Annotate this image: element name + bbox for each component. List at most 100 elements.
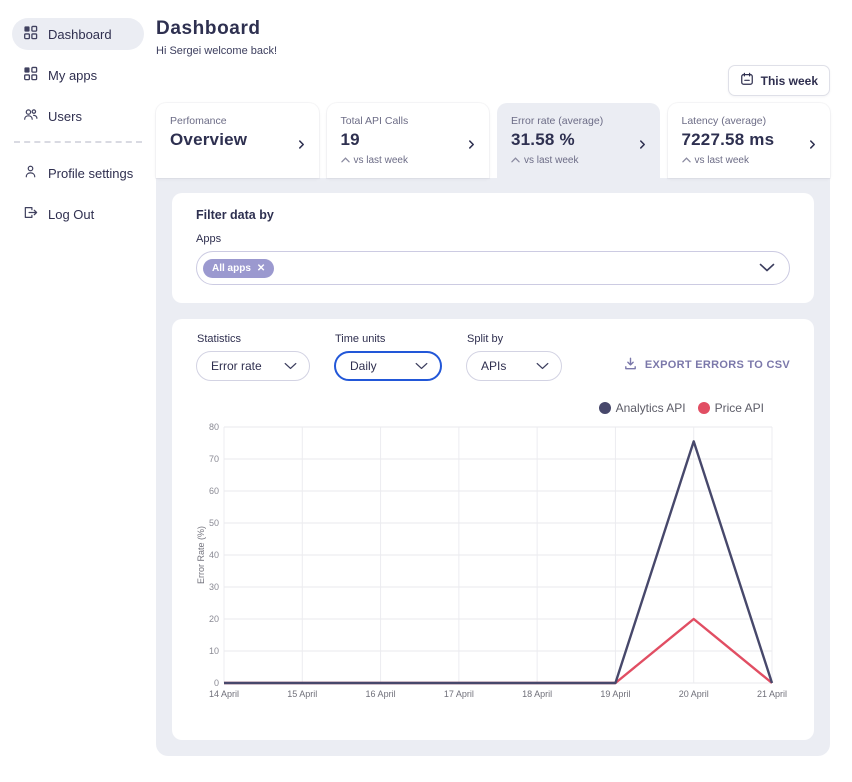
chevron-right-icon bbox=[807, 137, 818, 155]
filter-panel: Filter data by Apps All apps ✕ bbox=[172, 193, 814, 303]
chevron-right-icon bbox=[466, 137, 477, 155]
svg-text:17 April: 17 April bbox=[444, 689, 474, 699]
stat-card-footnote: vs last week bbox=[524, 155, 578, 166]
split-by-value: APIs bbox=[481, 359, 506, 373]
svg-text:50: 50 bbox=[209, 518, 219, 528]
svg-text:15 April: 15 April bbox=[287, 689, 317, 699]
legend-item[interactable]: Analytics API bbox=[599, 401, 686, 415]
filter-heading: Filter data by bbox=[196, 208, 790, 222]
svg-text:18 April: 18 April bbox=[522, 689, 552, 699]
svg-text:80: 80 bbox=[209, 422, 219, 432]
svg-text:40: 40 bbox=[209, 550, 219, 560]
stat-card-latency[interactable]: Latency (average) 7227.58 ms vs last wee… bbox=[668, 103, 831, 178]
caret-up-icon bbox=[682, 155, 691, 166]
time-units-select[interactable]: Daily bbox=[334, 351, 442, 381]
statistics-value: Error rate bbox=[211, 359, 262, 373]
svg-text:30: 30 bbox=[209, 582, 219, 592]
chevron-down-icon bbox=[415, 359, 428, 373]
sidebar-item-label: Profile settings bbox=[48, 166, 133, 181]
svg-text:19 April: 19 April bbox=[600, 689, 630, 699]
sidebar-item-log-out[interactable]: Log Out bbox=[12, 198, 144, 230]
chart-panel: Statistics Error rate Time units Daily S… bbox=[172, 319, 814, 740]
stat-card-error-rate[interactable]: Error rate (average) 31.58 % vs last wee… bbox=[497, 103, 660, 178]
legend-label: Analytics API bbox=[616, 401, 686, 415]
split-by-control: Split by APIs bbox=[466, 333, 562, 381]
legend-label: Price API bbox=[715, 401, 764, 415]
page-subtitle: Hi Sergei welcome back! bbox=[156, 45, 830, 57]
time-units-control: Time units Daily bbox=[334, 333, 442, 381]
svg-text:16 April: 16 April bbox=[366, 689, 396, 699]
line-chart: 0 10 20 30 40 50 60 70 80 14 April 15 April 16 Apri… bbox=[196, 417, 790, 709]
chart-area: 0 10 20 30 40 50 60 70 80 14 April 15 April 16 Apri… bbox=[196, 417, 790, 714]
svg-text:21 April: 21 April bbox=[757, 689, 787, 699]
apps-multiselect[interactable]: All apps ✕ bbox=[196, 251, 790, 285]
sidebar-item-label: Dashboard bbox=[48, 27, 112, 42]
chart-legend: Analytics API Price API bbox=[196, 401, 764, 415]
apps-field-label: Apps bbox=[196, 233, 790, 245]
users-icon bbox=[23, 107, 38, 125]
caret-up-icon bbox=[341, 155, 350, 166]
svg-text:60: 60 bbox=[209, 486, 219, 496]
caret-up-icon bbox=[511, 155, 520, 166]
chevron-right-icon bbox=[637, 137, 648, 155]
legend-item[interactable]: Price API bbox=[698, 401, 764, 415]
grid-icon bbox=[23, 25, 38, 43]
svg-text:Error Rate (%): Error Rate (%) bbox=[196, 526, 206, 584]
sidebar-item-dashboard[interactable]: Dashboard bbox=[12, 18, 144, 50]
apps-chip[interactable]: All apps ✕ bbox=[203, 259, 274, 278]
stat-card-label: Latency (average) bbox=[682, 115, 817, 127]
sidebar-item-label: Users bbox=[48, 109, 82, 124]
time-units-label: Time units bbox=[335, 333, 442, 345]
stat-card-value: 31.58 % bbox=[511, 130, 646, 150]
sidebar-item-profile-settings[interactable]: Profile settings bbox=[12, 157, 144, 189]
export-csv-button[interactable]: EXPORT ERRORS TO CSV bbox=[623, 356, 790, 381]
split-by-label: Split by bbox=[467, 333, 562, 345]
apps-chip-label: All apps bbox=[212, 263, 251, 274]
sidebar: Dashboard My apps Users Profile settings… bbox=[0, 0, 152, 782]
statistics-label: Statistics bbox=[197, 333, 310, 345]
chevron-down-icon bbox=[284, 359, 297, 373]
time-units-value: Daily bbox=[350, 359, 377, 373]
stat-card-value: 19 bbox=[341, 130, 476, 150]
statistics-control: Statistics Error rate bbox=[196, 333, 310, 381]
chip-close-icon[interactable]: ✕ bbox=[257, 263, 265, 274]
split-by-select[interactable]: APIs bbox=[466, 351, 562, 381]
sidebar-divider bbox=[14, 141, 142, 143]
stat-card-performance[interactable]: Perfomance Overview bbox=[156, 103, 319, 178]
legend-dot bbox=[599, 402, 611, 414]
export-csv-label: EXPORT ERRORS TO CSV bbox=[645, 359, 790, 371]
chevron-down-icon bbox=[536, 359, 549, 373]
stat-card-label: Total API Calls bbox=[341, 115, 476, 127]
stat-cards-row: Perfomance Overview Total API Calls 19 v… bbox=[156, 103, 830, 178]
grid-icon bbox=[23, 66, 38, 84]
calendar-icon bbox=[740, 72, 754, 89]
person-icon bbox=[23, 164, 38, 182]
sidebar-item-label: My apps bbox=[48, 68, 97, 83]
svg-text:20 April: 20 April bbox=[679, 689, 709, 699]
page-title: Dashboard bbox=[156, 18, 830, 40]
sidebar-item-my-apps[interactable]: My apps bbox=[12, 59, 144, 91]
svg-text:10: 10 bbox=[209, 646, 219, 656]
stat-card-footnote: vs last week bbox=[354, 155, 408, 166]
svg-text:70: 70 bbox=[209, 454, 219, 464]
chart-controls: Statistics Error rate Time units Daily S… bbox=[196, 333, 790, 381]
stat-card-value: Overview bbox=[170, 130, 305, 150]
stat-card-label: Perfomance bbox=[170, 115, 305, 127]
period-selector-button[interactable]: This week bbox=[728, 65, 830, 96]
svg-text:0: 0 bbox=[214, 678, 219, 688]
period-selector-label: This week bbox=[761, 74, 818, 88]
legend-dot bbox=[698, 402, 710, 414]
stat-card-footnote: vs last week bbox=[695, 155, 749, 166]
download-icon bbox=[623, 356, 638, 374]
logout-icon bbox=[23, 205, 38, 223]
sidebar-item-users[interactable]: Users bbox=[12, 100, 144, 132]
content-shell: Filter data by Apps All apps ✕ Statistic… bbox=[156, 178, 830, 756]
stat-card-label: Error rate (average) bbox=[511, 115, 646, 127]
svg-text:14 April: 14 April bbox=[209, 689, 239, 699]
stat-card-total-api-calls[interactable]: Total API Calls 19 vs last week bbox=[327, 103, 490, 178]
svg-text:20: 20 bbox=[209, 614, 219, 624]
statistics-select[interactable]: Error rate bbox=[196, 351, 310, 381]
chevron-down-icon bbox=[759, 259, 775, 277]
stat-card-value: 7227.58 ms bbox=[682, 130, 817, 150]
sidebar-item-label: Log Out bbox=[48, 207, 94, 222]
